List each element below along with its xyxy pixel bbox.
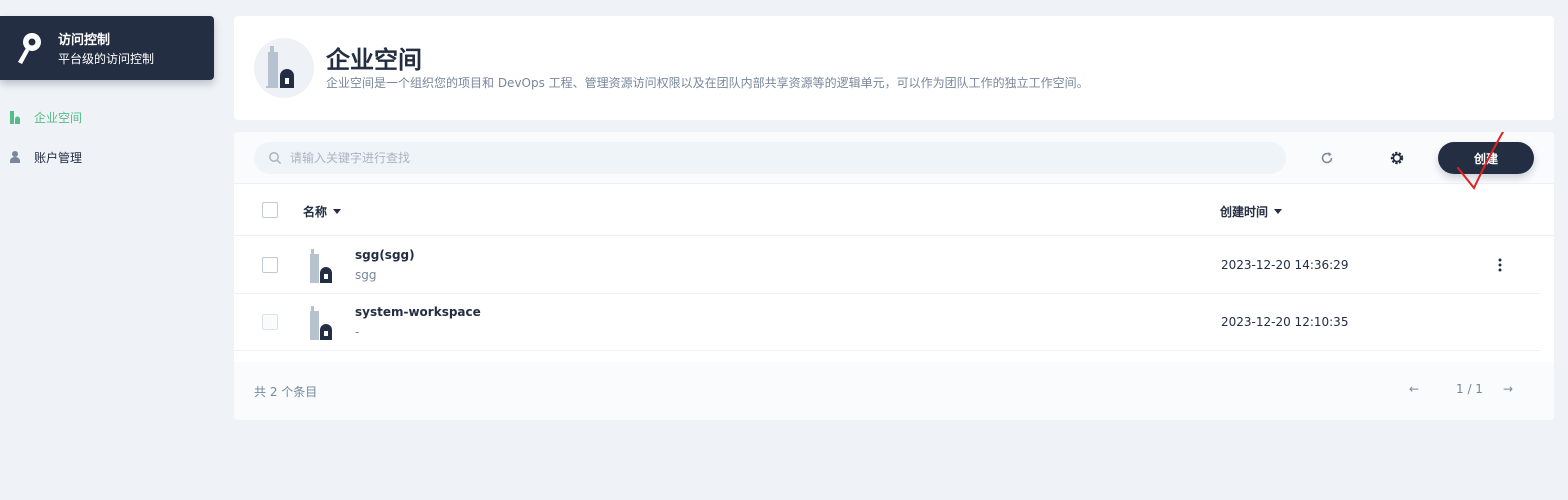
column-header-created[interactable]: 创建时间 (1220, 203, 1283, 220)
next-page-button[interactable]: → (1503, 382, 1513, 396)
table-row[interactable]: sgg(sgg) sgg 2023-12-20 14:36:29 (234, 237, 1540, 294)
created-time: 2023-12-20 14:36:29 (1221, 258, 1349, 272)
page-indicator: 1 / 1 (1456, 382, 1483, 396)
gear-icon[interactable] (1389, 150, 1405, 166)
search-input[interactable] (290, 151, 1190, 165)
row-checkbox (262, 314, 278, 330)
search-bar[interactable] (254, 142, 1286, 174)
sidebar-subtitle: 平台级的访问控制 (58, 52, 155, 66)
sidebar-title: 访问控制 (58, 33, 111, 48)
workspace-description: - (355, 325, 360, 339)
created-time: 2023-12-20 12:10:35 (1221, 315, 1349, 329)
sidebar-item-accounts[interactable]: 账户管理 (10, 147, 82, 167)
prev-page-button[interactable]: ← (1409, 382, 1419, 396)
caret-down-icon (1274, 209, 1283, 214)
table-footer: 共 2 个条目 ← 1 / 1 → (234, 362, 1554, 420)
search-icon (269, 152, 282, 165)
workspace-description: sgg (355, 268, 377, 282)
key-icon (18, 33, 41, 64)
user-icon (10, 150, 20, 164)
workspace-icon (310, 249, 332, 283)
row-checkbox[interactable] (262, 257, 278, 273)
workspace-name[interactable]: system-workspace (355, 305, 481, 319)
column-header-name[interactable]: 名称 (303, 203, 342, 220)
create-button[interactable]: 创建 (1438, 142, 1534, 174)
page-header: 企业空间 企业空间是一个组织您的项目和 DevOps 工程、管理资源访问权限以及… (234, 16, 1554, 120)
table-header: 名称 创建时间 (234, 184, 1554, 236)
sidebar-item-label: 企业空间 (34, 110, 83, 125)
more-options-icon[interactable] (1492, 257, 1508, 273)
page-title: 企业空间 (326, 46, 422, 74)
sidebar-item-label: 账户管理 (34, 150, 83, 165)
workspace-list-card: 创建 名称 创建时间 sgg(sgg) sgg 2023-12-20 14:36… (234, 132, 1554, 420)
sidebar-item-workspaces[interactable]: 企业空间 (10, 107, 82, 127)
workspace-icon (10, 110, 20, 124)
workspace-icon (254, 38, 314, 98)
sidebar-header-card: 访问控制 平台级的访问控制 (0, 16, 214, 80)
item-count: 共 2 个条目 (254, 385, 318, 399)
table-row[interactable]: system-workspace - 2023-12-20 12:10:35 (234, 294, 1540, 351)
refresh-icon[interactable] (1319, 150, 1335, 166)
workspace-name[interactable]: sgg(sgg) (355, 248, 415, 262)
page-description: 企业空间是一个组织您的项目和 DevOps 工程、管理资源访问权限以及在团队内部… (326, 76, 1089, 90)
caret-down-icon (333, 209, 342, 214)
workspace-icon (310, 306, 332, 340)
toolbar: 创建 (234, 132, 1554, 190)
select-all-checkbox[interactable] (262, 202, 278, 218)
